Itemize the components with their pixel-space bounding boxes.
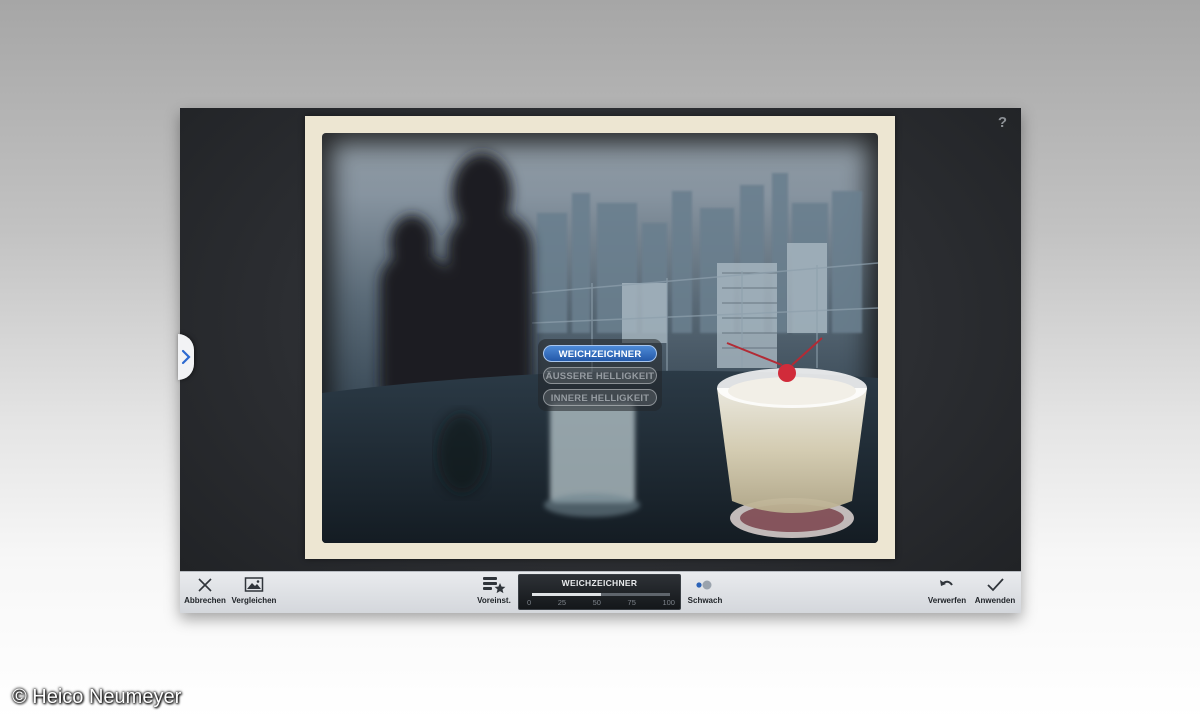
popup-item-innere-helligkeit[interactable]: INNERE HELLIGKEIT: [543, 389, 657, 406]
chevron-right-icon: [181, 349, 191, 365]
compare-button[interactable]: Vergleichen: [230, 576, 278, 605]
slider-ticks: 0 25 50 75 100: [527, 598, 675, 607]
popup-item-weichzeichner[interactable]: WEICHZEICHNER: [543, 345, 657, 362]
apply-label: Anwenden: [974, 596, 1016, 605]
presets-button[interactable]: Voreinst.: [474, 576, 514, 605]
image-icon: [244, 577, 264, 592]
strength-slider[interactable]: WEICHZEICHNER 0 25 50 75 100: [518, 574, 681, 610]
help-icon[interactable]: ?: [998, 114, 1007, 131]
photo-canvas[interactable]: [322, 133, 878, 543]
close-icon: [198, 578, 212, 592]
presets-star-icon: [483, 577, 506, 594]
slider-tick: 75: [627, 598, 636, 607]
dots-icon: [696, 580, 712, 590]
slider-title: WEICHZEICHNER: [561, 578, 638, 588]
slider-tick: 25: [557, 598, 567, 607]
app-window: ? WEICHZEICHNER ÄUSSERE HELLIGKEIT INNER…: [178, 108, 1021, 613]
check-icon: [987, 578, 1004, 592]
effect-popup-menu: WEICHZEICHNER ÄUSSERE HELLIGKEIT INNERE …: [538, 339, 662, 411]
cancel-button[interactable]: Abbrechen: [183, 576, 227, 605]
presets-label: Voreinst.: [477, 596, 511, 605]
slider-track[interactable]: [532, 593, 670, 596]
cancel-label: Abbrechen: [184, 596, 226, 605]
sidebar-toggle-button[interactable]: [178, 334, 194, 380]
undo-icon: [940, 580, 953, 586]
undo-button[interactable]: Verwerfen: [925, 576, 969, 605]
slider-fill: [532, 593, 601, 596]
popup-item-aeussere-helligkeit[interactable]: ÄUSSERE HELLIGKEIT: [543, 367, 657, 384]
undo-label: Verwerfen: [927, 596, 967, 605]
strength-label: Schwach: [687, 596, 723, 605]
bottom-toolbar: Abbrechen Vergleichen Voreinst. WEICHZEI…: [180, 571, 1021, 613]
photo-image: [322, 153, 878, 543]
slider-tick: 50: [592, 598, 601, 607]
strength-button[interactable]: Schwach: [685, 576, 725, 605]
copyright-watermark: © Heico Neumeyer: [12, 686, 182, 708]
compare-label: Vergleichen: [231, 596, 277, 605]
photo-frame: [305, 116, 895, 559]
slider-tick: 100: [662, 598, 675, 607]
apply-button[interactable]: Anwenden: [973, 576, 1017, 605]
slider-tick: 0: [527, 598, 532, 607]
